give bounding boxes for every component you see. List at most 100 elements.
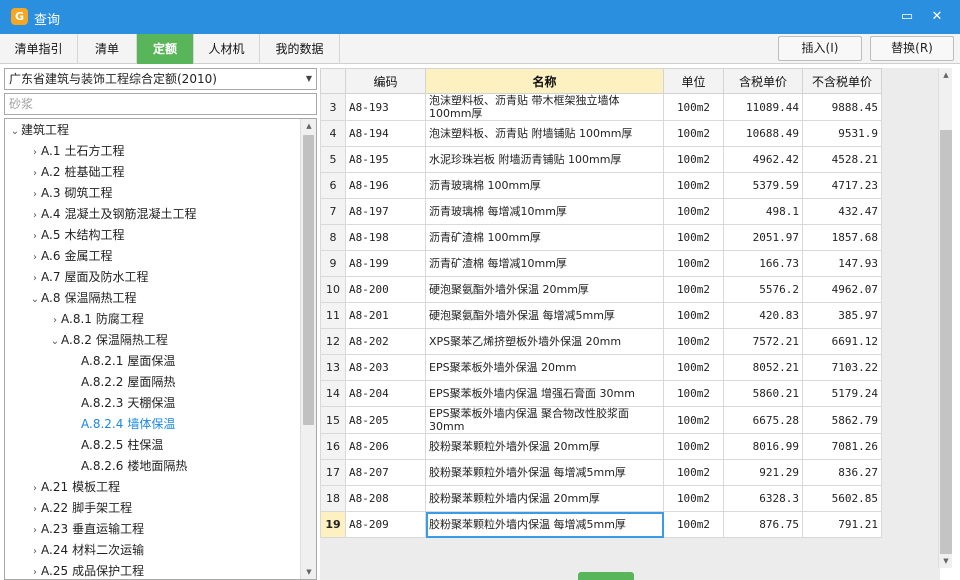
cell-unit[interactable]: 100m2 xyxy=(663,172,724,199)
cell-name[interactable]: 沥青玻璃棉 100mm厚 xyxy=(425,172,664,199)
row-number[interactable]: 15 xyxy=(320,406,346,434)
row-number[interactable]: 16 xyxy=(320,433,346,460)
cell-price-with-tax[interactable]: 4962.42 xyxy=(723,146,803,173)
tree-item[interactable]: › A.8.1 防腐工程 xyxy=(49,309,144,330)
row-number[interactable]: 14 xyxy=(320,380,346,407)
tree-item[interactable]: › A.22 脚手架工程 xyxy=(29,498,132,519)
row-number[interactable]: 10 xyxy=(320,276,346,303)
scroll-up-icon[interactable]: ▲ xyxy=(301,119,316,133)
cell-name[interactable]: 胶粉聚苯颗粒外墙内保温 20mm厚 xyxy=(425,485,664,512)
cell-code[interactable]: A8-206 xyxy=(345,433,426,460)
cell-code[interactable]: A8-198 xyxy=(345,224,426,251)
dropdown-arrow-icon[interactable]: ▼ xyxy=(306,69,312,89)
collapse-chevron-icon[interactable]: ⌄ xyxy=(29,289,41,310)
cell-unit[interactable]: 100m2 xyxy=(663,120,724,147)
tree-item[interactable]: A.8.2.4 墙体保温 xyxy=(69,414,175,435)
tree-item[interactable]: › A.24 材料二次运输 xyxy=(29,540,144,561)
search-input[interactable] xyxy=(4,93,317,115)
cell-price-with-tax[interactable]: 921.29 xyxy=(723,459,803,486)
cell-unit[interactable]: 100m2 xyxy=(663,198,724,225)
expand-chevron-icon[interactable]: › xyxy=(29,247,41,268)
expand-chevron-icon[interactable]: › xyxy=(49,310,61,331)
row-number[interactable]: 6 xyxy=(320,172,346,199)
cell-price-with-tax[interactable]: 6675.28 xyxy=(723,406,803,434)
cell-unit[interactable]: 100m2 xyxy=(663,406,724,434)
header-code[interactable]: 编码 xyxy=(345,68,426,94)
cell-price-without-tax[interactable]: 147.93 xyxy=(802,250,882,277)
row-number[interactable]: 8 xyxy=(320,224,346,251)
cell-unit[interactable]: 100m2 xyxy=(663,433,724,460)
row-number[interactable]: 13 xyxy=(320,354,346,381)
tree-item[interactable]: › A.3 砌筑工程 xyxy=(29,183,112,204)
expand-chevron-icon[interactable]: › xyxy=(29,205,41,226)
tab-bill-guide[interactable]: 清单指引 xyxy=(0,34,78,64)
tab-quota[interactable]: 定额 xyxy=(137,34,194,64)
cell-name[interactable]: EPS聚苯板外墙内保温 聚合物改性胶浆面 30mm xyxy=(425,406,664,434)
cell-price-without-tax[interactable]: 7103.22 xyxy=(802,354,882,381)
cell-price-without-tax[interactable]: 6691.12 xyxy=(802,328,882,355)
cell-price-without-tax[interactable]: 432.47 xyxy=(802,198,882,225)
insert-button[interactable]: 插入(I) xyxy=(778,36,862,61)
row-number[interactable]: 4 xyxy=(320,120,346,147)
cell-name[interactable]: EPS聚苯板外墙内保温 增强石膏面 30mm xyxy=(425,380,664,407)
grid-scrollbar[interactable]: ▲ ▼ xyxy=(938,68,952,568)
tree-item[interactable]: A.8.2.2 屋面隔热 xyxy=(69,372,175,393)
cell-price-without-tax[interactable]: 4962.07 xyxy=(802,276,882,303)
cell-unit[interactable]: 100m2 xyxy=(663,146,724,173)
header-unit[interactable]: 单位 xyxy=(663,68,724,94)
tree-item[interactable]: › A.6 金属工程 xyxy=(29,246,112,267)
tree-item[interactable]: A.8.2.3 天棚保温 xyxy=(69,393,175,414)
cell-code[interactable]: A8-201 xyxy=(345,302,426,329)
cell-price-without-tax[interactable]: 7081.26 xyxy=(802,433,882,460)
tree-scrollbar[interactable]: ▲ ▼ xyxy=(300,119,316,579)
tree-item[interactable]: › A.5 木结构工程 xyxy=(29,225,124,246)
row-number[interactable]: 9 xyxy=(320,250,346,277)
table-row[interactable]: 11 A8-201 硬泡聚氨酯外墙外保温 每增减5mm厚 100m2 420.83 385… xyxy=(320,302,882,329)
cell-code[interactable]: A8-209 xyxy=(345,511,426,538)
expand-chevron-icon[interactable]: › xyxy=(29,184,41,205)
table-row[interactable]: 18 A8-208 胶粉聚苯颗粒外墙内保温 20mm厚 100m2 6328.3 5602… xyxy=(320,485,882,512)
table-row[interactable]: 16 A8-206 胶粉聚苯颗粒外墙外保温 20mm厚 100m2 8016.99 708… xyxy=(320,433,882,460)
cell-price-with-tax[interactable]: 2051.97 xyxy=(723,224,803,251)
cell-unit[interactable]: 100m2 xyxy=(663,380,724,407)
row-number[interactable]: 17 xyxy=(320,459,346,486)
cell-unit[interactable]: 100m2 xyxy=(663,459,724,486)
expand-chevron-icon[interactable]: › xyxy=(29,520,41,541)
cell-name[interactable]: 胶粉聚苯颗粒外墙外保温 20mm厚 xyxy=(425,433,664,460)
cell-price-without-tax[interactable]: 836.27 xyxy=(802,459,882,486)
cell-price-with-tax[interactable]: 420.83 xyxy=(723,302,803,329)
tree-item[interactable]: A.8.2.1 屋面保温 xyxy=(69,351,175,372)
cell-unit[interactable]: 100m2 xyxy=(663,224,724,251)
cell-price-with-tax[interactable]: 876.75 xyxy=(723,511,803,538)
cell-price-without-tax[interactable]: 9531.9 xyxy=(802,120,882,147)
row-number[interactable]: 12 xyxy=(320,328,346,355)
row-number[interactable]: 7 xyxy=(320,198,346,225)
cell-name[interactable]: XPS聚苯乙烯挤塑板外墙外保温 20mm xyxy=(425,328,664,355)
table-row[interactable]: 7 A8-197 沥青玻璃棉 每增减10mm厚 100m2 498.1 432.47 xyxy=(320,198,882,225)
header-price-without-tax[interactable]: 不含税单价 xyxy=(802,68,882,94)
cell-price-with-tax[interactable]: 10688.49 xyxy=(723,120,803,147)
tree-item[interactable]: ⌄ A.8.2 保温隔热工程 xyxy=(49,330,168,351)
cell-name[interactable]: 沥青玻璃棉 每增减10mm厚 xyxy=(425,198,664,225)
tree-item[interactable]: ⌄ A.8 保温隔热工程 xyxy=(29,288,137,310)
table-row[interactable]: 14 A8-204 EPS聚苯板外墙内保温 增强石膏面 30mm 100m2 5860.… xyxy=(320,380,882,407)
tree-item[interactable]: › A.7 屋面及防水工程 xyxy=(29,267,148,288)
tree-item[interactable]: › A.2 桩基础工程 xyxy=(29,162,124,183)
scroll-down-icon[interactable]: ▼ xyxy=(939,554,953,568)
cell-name[interactable]: 沥青矿渣棉 100mm厚 xyxy=(425,224,664,251)
cell-code[interactable]: A8-207 xyxy=(345,459,426,486)
cell-code[interactable]: A8-193 xyxy=(345,93,426,121)
tab-my-data[interactable]: 我的数据 xyxy=(260,34,340,64)
panel-resize-handle[interactable] xyxy=(578,572,634,580)
cell-price-with-tax[interactable]: 6328.3 xyxy=(723,485,803,512)
table-row[interactable]: 4 A8-194 泡沫塑料板、沥青贴 附墙铺贴 100mm厚 100m2 10688.4… xyxy=(320,120,882,147)
row-number[interactable]: 5 xyxy=(320,146,346,173)
cell-price-with-tax[interactable]: 8016.99 xyxy=(723,433,803,460)
cell-price-without-tax[interactable]: 9888.45 xyxy=(802,93,882,121)
cell-name[interactable]: 泡沫塑料板、沥青贴 带木框架独立墙体 100mm厚 xyxy=(425,93,664,121)
table-row[interactable]: 5 A8-195 水泥珍珠岩板 附墙沥青铺贴 100mm厚 100m2 4962.42 4… xyxy=(320,146,882,173)
cell-unit[interactable]: 100m2 xyxy=(663,276,724,303)
cell-unit[interactable]: 100m2 xyxy=(663,302,724,329)
table-row[interactable]: 12 A8-202 XPS聚苯乙烯挤塑板外墙外保温 20mm 100m2 7572.21… xyxy=(320,328,882,355)
cell-name[interactable]: 硬泡聚氨酯外墙外保温 每增减5mm厚 xyxy=(425,302,664,329)
